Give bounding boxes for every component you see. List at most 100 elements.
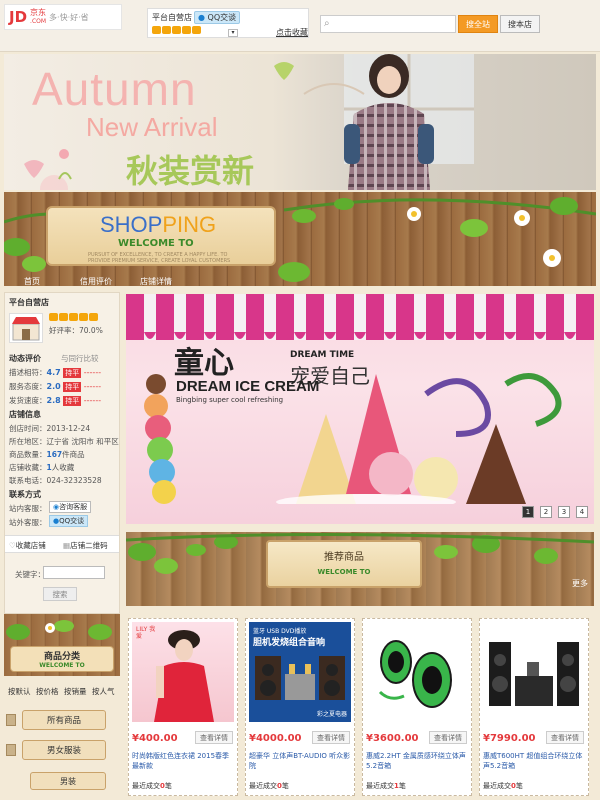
more-link[interactable]: 更多 xyxy=(572,578,588,589)
fans-unit: 人收藏 xyxy=(51,463,75,472)
product-image[interactable] xyxy=(366,622,468,722)
slider-page-1[interactable]: 1 xyxy=(522,506,534,518)
sort-popularity[interactable]: 按人气 xyxy=(92,686,115,697)
rating-score: 2.8 xyxy=(46,396,61,405)
nav-home[interactable]: 首页 xyxy=(24,276,40,287)
rating-row: 发货速度：2.8 持平 ------ xyxy=(9,395,101,406)
slider-page-2[interactable]: 2 xyxy=(540,506,552,518)
sort-default[interactable]: 按默认 xyxy=(8,686,31,697)
crown-icon xyxy=(152,26,161,34)
rating-status-badge: 持平 xyxy=(63,382,82,392)
product-image-label: 胆机发烧组合音响 xyxy=(253,638,326,648)
product-name[interactable]: 惠威2.2HT 金属质感环绕立体声 5.2音箱 xyxy=(366,751,468,771)
logo-com: .COM xyxy=(30,18,47,25)
nav-shop-detail[interactable]: 店铺详情 xyxy=(140,276,172,287)
product-card[interactable]: ¥7990.00 查看详情 惠威T600HT 超值组合环绕立体声5.2音箱 最近… xyxy=(479,618,589,796)
sort-price[interactable]: 按价格 xyxy=(36,686,59,697)
shop-info-panel: 平台自营店 好评率：70.0% 动态评价 与同行比较 描述相符：4.7 持平 -… xyxy=(4,292,120,614)
nav-credit[interactable]: 信用评价 xyxy=(80,276,112,287)
rating-row: 服务态度：2.0 持平 ------ xyxy=(9,381,101,392)
recommend-sign: 推荐商品 WELCOME TO xyxy=(266,540,422,588)
jd-logo[interactable]: JD 京东 .COM 多·快·好·省 xyxy=(4,4,122,30)
cs-outside-label: 站外客服： xyxy=(9,518,47,527)
qq-chat-button[interactable]: ● QQ交谈 xyxy=(194,11,241,24)
shop-name[interactable]: 平台自营店 xyxy=(152,12,192,23)
goods-count-value: 167 xyxy=(46,450,63,459)
keyword-input[interactable] xyxy=(43,566,105,579)
speaker-set-photo xyxy=(255,656,345,700)
product-name[interactable]: 时尚韩版红色连衣裙 2015春季最新款 xyxy=(132,751,234,771)
crown-icon xyxy=(182,26,191,34)
category-bullet-icon xyxy=(6,744,16,756)
fans-count: 店铺收藏：1人收藏 xyxy=(9,462,74,473)
tab-fav-label: 收藏店铺 xyxy=(15,541,46,550)
category-all[interactable]: 所有商品 xyxy=(22,710,106,730)
crown-icon xyxy=(69,313,78,321)
product-card[interactable]: LILY 我爱 ¥400.00 查看详情 时尚韩版红色连衣裙 2015春季最新款… xyxy=(128,618,238,796)
rating-score: 2.0 xyxy=(46,382,61,391)
search-input[interactable] xyxy=(320,15,456,33)
good-rate-value: 70.0% xyxy=(79,326,103,335)
keyword-search-button[interactable]: 搜索 xyxy=(43,587,77,601)
recommend-banner: 推荐商品 WELCOME TO 更多 xyxy=(126,532,594,606)
search-shop-button[interactable]: 搜本店 xyxy=(500,15,540,33)
view-detail-button[interactable]: 查看详情 xyxy=(195,731,233,744)
crown-icon xyxy=(172,26,181,34)
promo-slider[interactable]: 童心 DREAM TIME 宠爱自己 DREAM ICE CREAM Bingb… xyxy=(126,294,594,524)
slider-page-4[interactable]: 4 xyxy=(576,506,588,518)
tab-qr-code[interactable]: ▦店铺二维码 xyxy=(63,540,108,551)
shop-tabs: ♡收藏店铺 ▦店铺二维码 xyxy=(5,535,119,553)
product-name[interactable]: 超豪华 立体声BT-AUDIO 听众影院 xyxy=(249,751,351,771)
slider-page-3[interactable]: 3 xyxy=(558,506,570,518)
tab-fav-shop[interactable]: ♡收藏店铺 xyxy=(9,540,46,551)
sold-label: 最近成交 xyxy=(366,782,394,790)
rating-status-badge: 持平 xyxy=(63,368,82,378)
sold-unit: 笔 xyxy=(515,782,523,790)
product-name[interactable]: 惠威T600HT 超值组合环绕立体声5.2音箱 xyxy=(483,751,585,771)
good-rate-label: 好评率： xyxy=(49,326,79,335)
qq-chat-label: QQ交谈 xyxy=(207,13,237,22)
view-detail-button[interactable]: 查看详情 xyxy=(312,731,350,744)
category-men[interactable]: 男装 xyxy=(30,772,106,790)
rating-row: 描述相符：4.7 持平 ------ xyxy=(9,367,101,378)
product-card[interactable]: 蓝牙 USB DVD播放 胆机发烧组合音响 彩之夏电器 ¥4000.00 查看详… xyxy=(245,618,355,796)
shop-summary-box: 平台自营店 ● QQ交谈 ▾ 点击收藏 xyxy=(147,8,309,38)
view-detail-button[interactable]: 查看详情 xyxy=(546,731,584,744)
product-sold: 最近成交1笔 xyxy=(366,781,406,791)
qq-icon: ● xyxy=(198,13,205,22)
product-sold: 最近成交0笔 xyxy=(483,781,523,791)
shopping-title: SHOPPING xyxy=(100,212,216,238)
shop-phone: 联系电话：024-32323528 xyxy=(9,476,102,485)
product-sold: 最近成交0笔 xyxy=(132,781,172,791)
logo-slogan: 多·快·好·省 xyxy=(49,12,89,22)
shop-avatar[interactable] xyxy=(9,313,43,343)
product-image[interactable] xyxy=(483,622,585,722)
recommend-welcome: WELCOME TO xyxy=(317,568,371,576)
logo-jd: JD xyxy=(9,8,28,26)
view-detail-button[interactable]: 查看详情 xyxy=(429,731,467,744)
dropdown-icon[interactable]: ▾ xyxy=(228,29,238,37)
created-date: 创店时间：2013-12-24 xyxy=(9,424,91,433)
category-clothing[interactable]: 男女服装 xyxy=(22,740,106,760)
shop-rating-crowns xyxy=(152,26,202,36)
cs-outside-button[interactable]: ●QQ交谈 xyxy=(49,515,89,527)
recommend-title: 推荐商品 xyxy=(324,552,364,563)
product-image[interactable]: 蓝牙 USB DVD播放 胆机发烧组合音响 彩之夏电器 xyxy=(249,622,351,722)
rating-label: 发货速度： xyxy=(9,396,47,405)
cs-inside-button[interactable]: ◉咨询客服 xyxy=(49,501,92,513)
sort-sales[interactable]: 按销量 xyxy=(64,686,87,697)
hero-banner[interactable]: Autumn New Arrival 秋装赏新 xyxy=(4,54,596,190)
tab-qr-label: 店铺二维码 xyxy=(70,541,108,550)
sold-unit: 笔 xyxy=(281,782,289,790)
model-photo xyxy=(344,54,434,190)
product-card[interactable]: ¥3600.00 查看详情 惠威2.2HT 金属质感环绕立体声 5.2音箱 最近… xyxy=(362,618,472,796)
product-image[interactable]: LILY 我爱 xyxy=(132,622,234,722)
ice-cream-illustration xyxy=(144,373,562,504)
collect-link[interactable]: 点击收藏 xyxy=(276,27,308,38)
cs-outside-btn-label: QQ交谈 xyxy=(59,517,85,525)
product-image-label-top: 蓝牙 USB DVD播放 xyxy=(253,628,307,635)
category-welcome: WELCOME TO xyxy=(39,662,85,669)
sold-unit: 笔 xyxy=(164,782,172,790)
search-all-button[interactable]: 搜全站 xyxy=(458,15,498,33)
rating-label: 服务态度： xyxy=(9,382,47,391)
